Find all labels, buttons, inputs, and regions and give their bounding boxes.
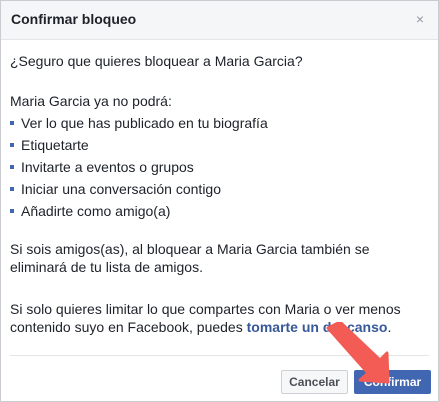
cancel-button[interactable]: Cancelar <box>281 370 348 394</box>
list-item-label: Invitarte a eventos o grupos <box>21 159 194 175</box>
bullet-icon <box>10 209 14 213</box>
list-item: Etiquetarte <box>10 136 268 158</box>
list-item-label: Iniciar una conversación contigo <box>21 181 222 197</box>
restrictions-list: Ver lo que has publicado en tu biografía… <box>10 114 268 224</box>
list-item-label: Etiquetarte <box>21 137 89 153</box>
list-item: Invitarte a eventos o grupos <box>10 158 268 180</box>
bullet-icon <box>10 121 14 125</box>
close-icon[interactable]: × <box>412 11 428 27</box>
block-question: ¿Seguro que quieres bloquear a Maria Gar… <box>10 53 303 69</box>
list-item: Ver lo que has publicado en tu biografía <box>10 114 268 136</box>
bullet-icon <box>10 187 14 191</box>
dialog-title: Confirmar bloqueo <box>11 11 137 27</box>
limit-note: Si solo quieres limitar lo que compartes… <box>10 300 430 336</box>
footer-divider <box>10 355 429 356</box>
list-item: Añadirte como amigo(a) <box>10 202 268 224</box>
limit-note-end: . <box>387 319 392 335</box>
friends-note: Si sois amigos(as), al bloquear a Maria … <box>10 241 370 275</box>
block-confirm-dialog: Confirmar bloqueo × ¿Seguro que quieres … <box>0 0 439 402</box>
list-item-label: Añadirte como amigo(a) <box>21 203 171 219</box>
take-a-break-link[interactable]: tomarte un descanso <box>247 319 388 335</box>
restrictions-intro: Maria Garcia ya no podrá: <box>10 93 172 109</box>
confirm-button[interactable]: Confirmar <box>354 370 431 394</box>
list-item: Iniciar una conversación contigo <box>10 180 268 202</box>
bullet-icon <box>10 143 14 147</box>
bullet-icon <box>10 165 14 169</box>
list-item-label: Ver lo que has publicado en tu biografía <box>21 115 268 131</box>
dialog-header: Confirmar bloqueo × <box>1 1 438 40</box>
